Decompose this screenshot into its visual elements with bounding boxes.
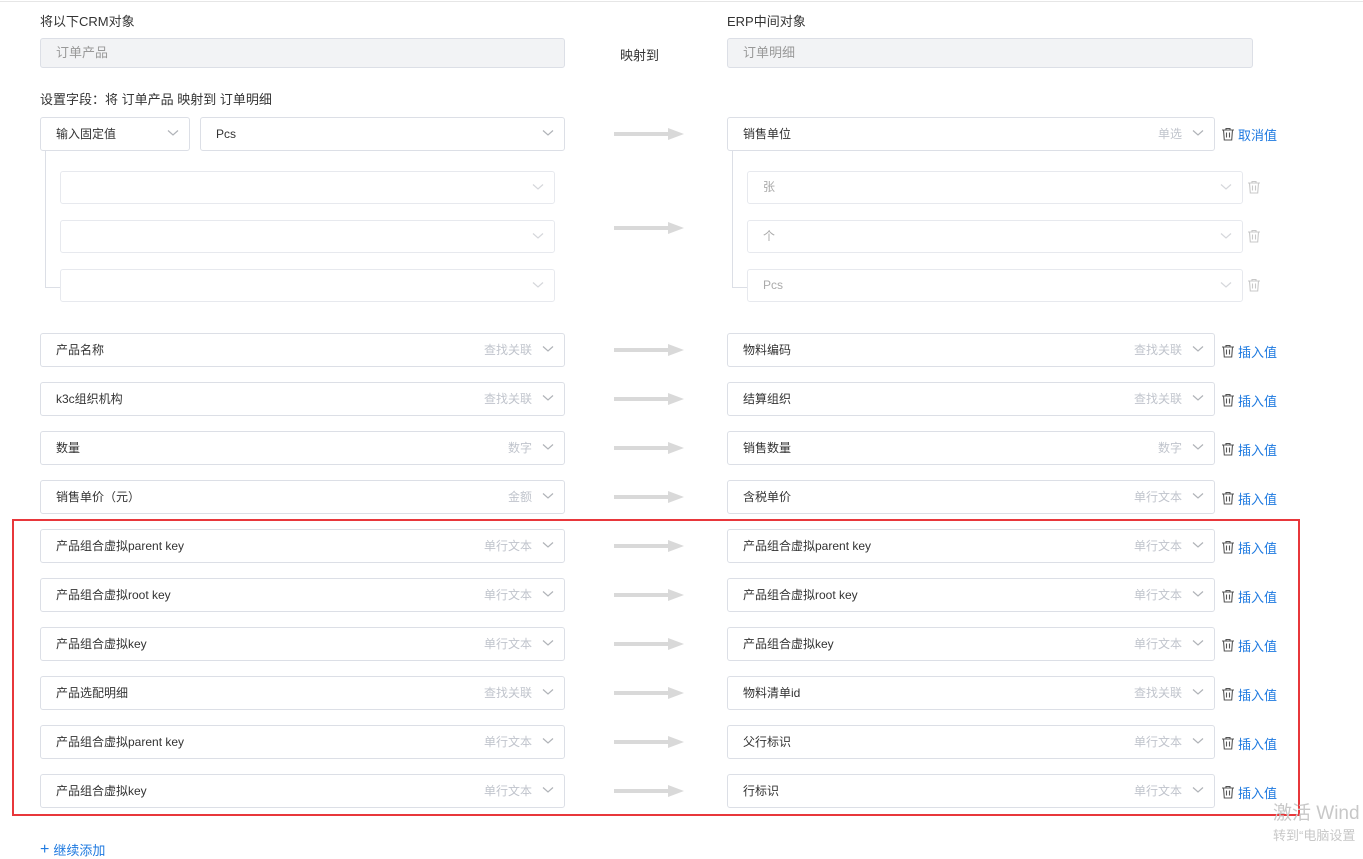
option-bracket-left: [45, 151, 61, 288]
target-field-select[interactable]: 销售数量 数字: [727, 431, 1215, 465]
activation-watermark: 激活 Wind: [1273, 803, 1360, 824]
chevron-down-icon: [1220, 184, 1232, 190]
erp-object-field: 订单明细: [727, 38, 1253, 68]
trash-icon: [1222, 442, 1234, 456]
fixed-value-select[interactable]: Pcs: [200, 117, 565, 151]
target-field-value: 含税单价: [743, 490, 792, 504]
insert-value-label: 插入值: [1238, 491, 1278, 507]
trash-icon: [1222, 393, 1234, 407]
highlight-box: [12, 519, 1300, 816]
chevron-down-icon: [1192, 130, 1204, 136]
target-field-select[interactable]: 结算组织 查找关联: [727, 382, 1215, 416]
add-more-label: 继续添加: [53, 843, 106, 858]
chevron-down-icon: [1192, 395, 1204, 401]
mapping-arrow-icon: [614, 222, 684, 234]
fixed-value-select-value: Pcs: [216, 127, 237, 141]
insert-value-button[interactable]: 插入值: [1221, 489, 1277, 507]
field-type-label: 查找关联: [483, 343, 532, 357]
trash-icon[interactable]: [1247, 180, 1261, 194]
trash-icon[interactable]: [1247, 229, 1261, 243]
chevron-down-icon: [1192, 444, 1204, 450]
cancel-value-label: 取消值: [1238, 127, 1278, 143]
source-field-select[interactable]: 产品名称 查找关联: [40, 333, 565, 367]
chevron-down-icon: [532, 184, 544, 190]
chevron-down-icon: [542, 444, 554, 450]
cancel-value-button[interactable]: 取消值: [1221, 125, 1277, 143]
chevron-down-icon: [532, 282, 544, 288]
mapping-arrow-icon: [614, 128, 684, 140]
chevron-down-icon: [542, 346, 554, 352]
target-field-select[interactable]: 物料编码 查找关联: [727, 333, 1215, 367]
insert-value-button[interactable]: 插入值: [1221, 440, 1277, 458]
target-field-select[interactable]: 销售单位 单选: [727, 117, 1215, 151]
add-more-button[interactable]: + 继续添加: [40, 840, 105, 859]
source-field-value: 产品名称: [56, 343, 105, 357]
option-target-value: Pcs: [763, 278, 784, 292]
trash-icon[interactable]: [1247, 278, 1261, 292]
maps-to-label: 映射到: [620, 48, 660, 63]
option-target-select[interactable]: Pcs: [747, 269, 1243, 302]
plus-icon: +: [40, 840, 50, 858]
trash-icon: [1222, 491, 1234, 505]
activation-watermark-sub: 转到“电脑设置: [1273, 828, 1356, 843]
top-divider: [0, 1, 1363, 2]
trash-icon: [1222, 344, 1234, 358]
field-type-label: 查找关联: [1133, 392, 1182, 406]
option-bracket-right: [732, 151, 748, 288]
source-field-select[interactable]: 销售单价（元） 金额: [40, 480, 565, 514]
option-target-select[interactable]: 张: [747, 171, 1243, 204]
option-source-select[interactable]: [60, 269, 555, 302]
mode-select[interactable]: 输入固定值: [40, 117, 190, 151]
chevron-down-icon: [542, 130, 554, 136]
field-type-label: 查找关联: [483, 392, 532, 406]
chevron-down-icon: [542, 493, 554, 499]
option-target-value: 个: [763, 229, 776, 243]
insert-value-label: 插入值: [1238, 393, 1278, 409]
source-field-value: 销售单价（元）: [56, 490, 141, 504]
field-setting-label: 设置字段：将 订单产品 映射到 订单明细: [40, 92, 272, 107]
field-type-label: 金额: [507, 490, 532, 504]
target-field-select[interactable]: 含税单价 单行文本: [727, 480, 1215, 514]
chevron-down-icon: [532, 233, 544, 239]
field-type-label: 单选: [1157, 127, 1182, 141]
option-target-select[interactable]: 个: [747, 220, 1243, 253]
chevron-down-icon: [1220, 233, 1232, 239]
chevron-down-icon: [167, 130, 179, 136]
option-source-select[interactable]: [60, 220, 555, 253]
erp-object-label: ERP中间对象: [727, 14, 806, 29]
source-field-value: 数量: [56, 441, 81, 455]
source-field-select[interactable]: 数量 数字: [40, 431, 565, 465]
crm-object-label: 将以下CRM对象: [40, 14, 135, 29]
mapping-arrow-icon: [614, 442, 684, 454]
target-field-value: 结算组织: [743, 392, 792, 406]
chevron-down-icon: [1220, 282, 1232, 288]
source-field-select[interactable]: k3c组织机构 查找关联: [40, 382, 565, 416]
field-type-label: 数字: [1157, 441, 1182, 455]
field-type-label: 数字: [507, 441, 532, 455]
crm-object-field: 订单产品: [40, 38, 565, 68]
chevron-down-icon: [542, 395, 554, 401]
insert-value-label: 插入值: [1238, 442, 1278, 458]
field-type-label: 查找关联: [1133, 343, 1182, 357]
option-source-select[interactable]: [60, 171, 555, 204]
field-type-label: 单行文本: [1133, 490, 1182, 504]
mode-select-value: 输入固定值: [56, 127, 117, 141]
insert-value-button[interactable]: 插入值: [1221, 342, 1277, 360]
target-field-value: 物料编码: [743, 343, 792, 357]
trash-icon: [1222, 127, 1234, 141]
option-target-value: 张: [763, 180, 776, 194]
source-field-value: k3c组织机构: [56, 392, 123, 406]
target-field-value: 销售数量: [743, 441, 792, 455]
insert-value-button[interactable]: 插入值: [1221, 391, 1277, 409]
chevron-down-icon: [1192, 346, 1204, 352]
mapping-arrow-icon: [614, 344, 684, 356]
chevron-down-icon: [1192, 493, 1204, 499]
mapping-arrow-icon: [614, 393, 684, 405]
insert-value-label: 插入值: [1238, 344, 1278, 360]
mapping-arrow-icon: [614, 491, 684, 503]
target-field-select-value: 销售单位: [743, 127, 792, 141]
